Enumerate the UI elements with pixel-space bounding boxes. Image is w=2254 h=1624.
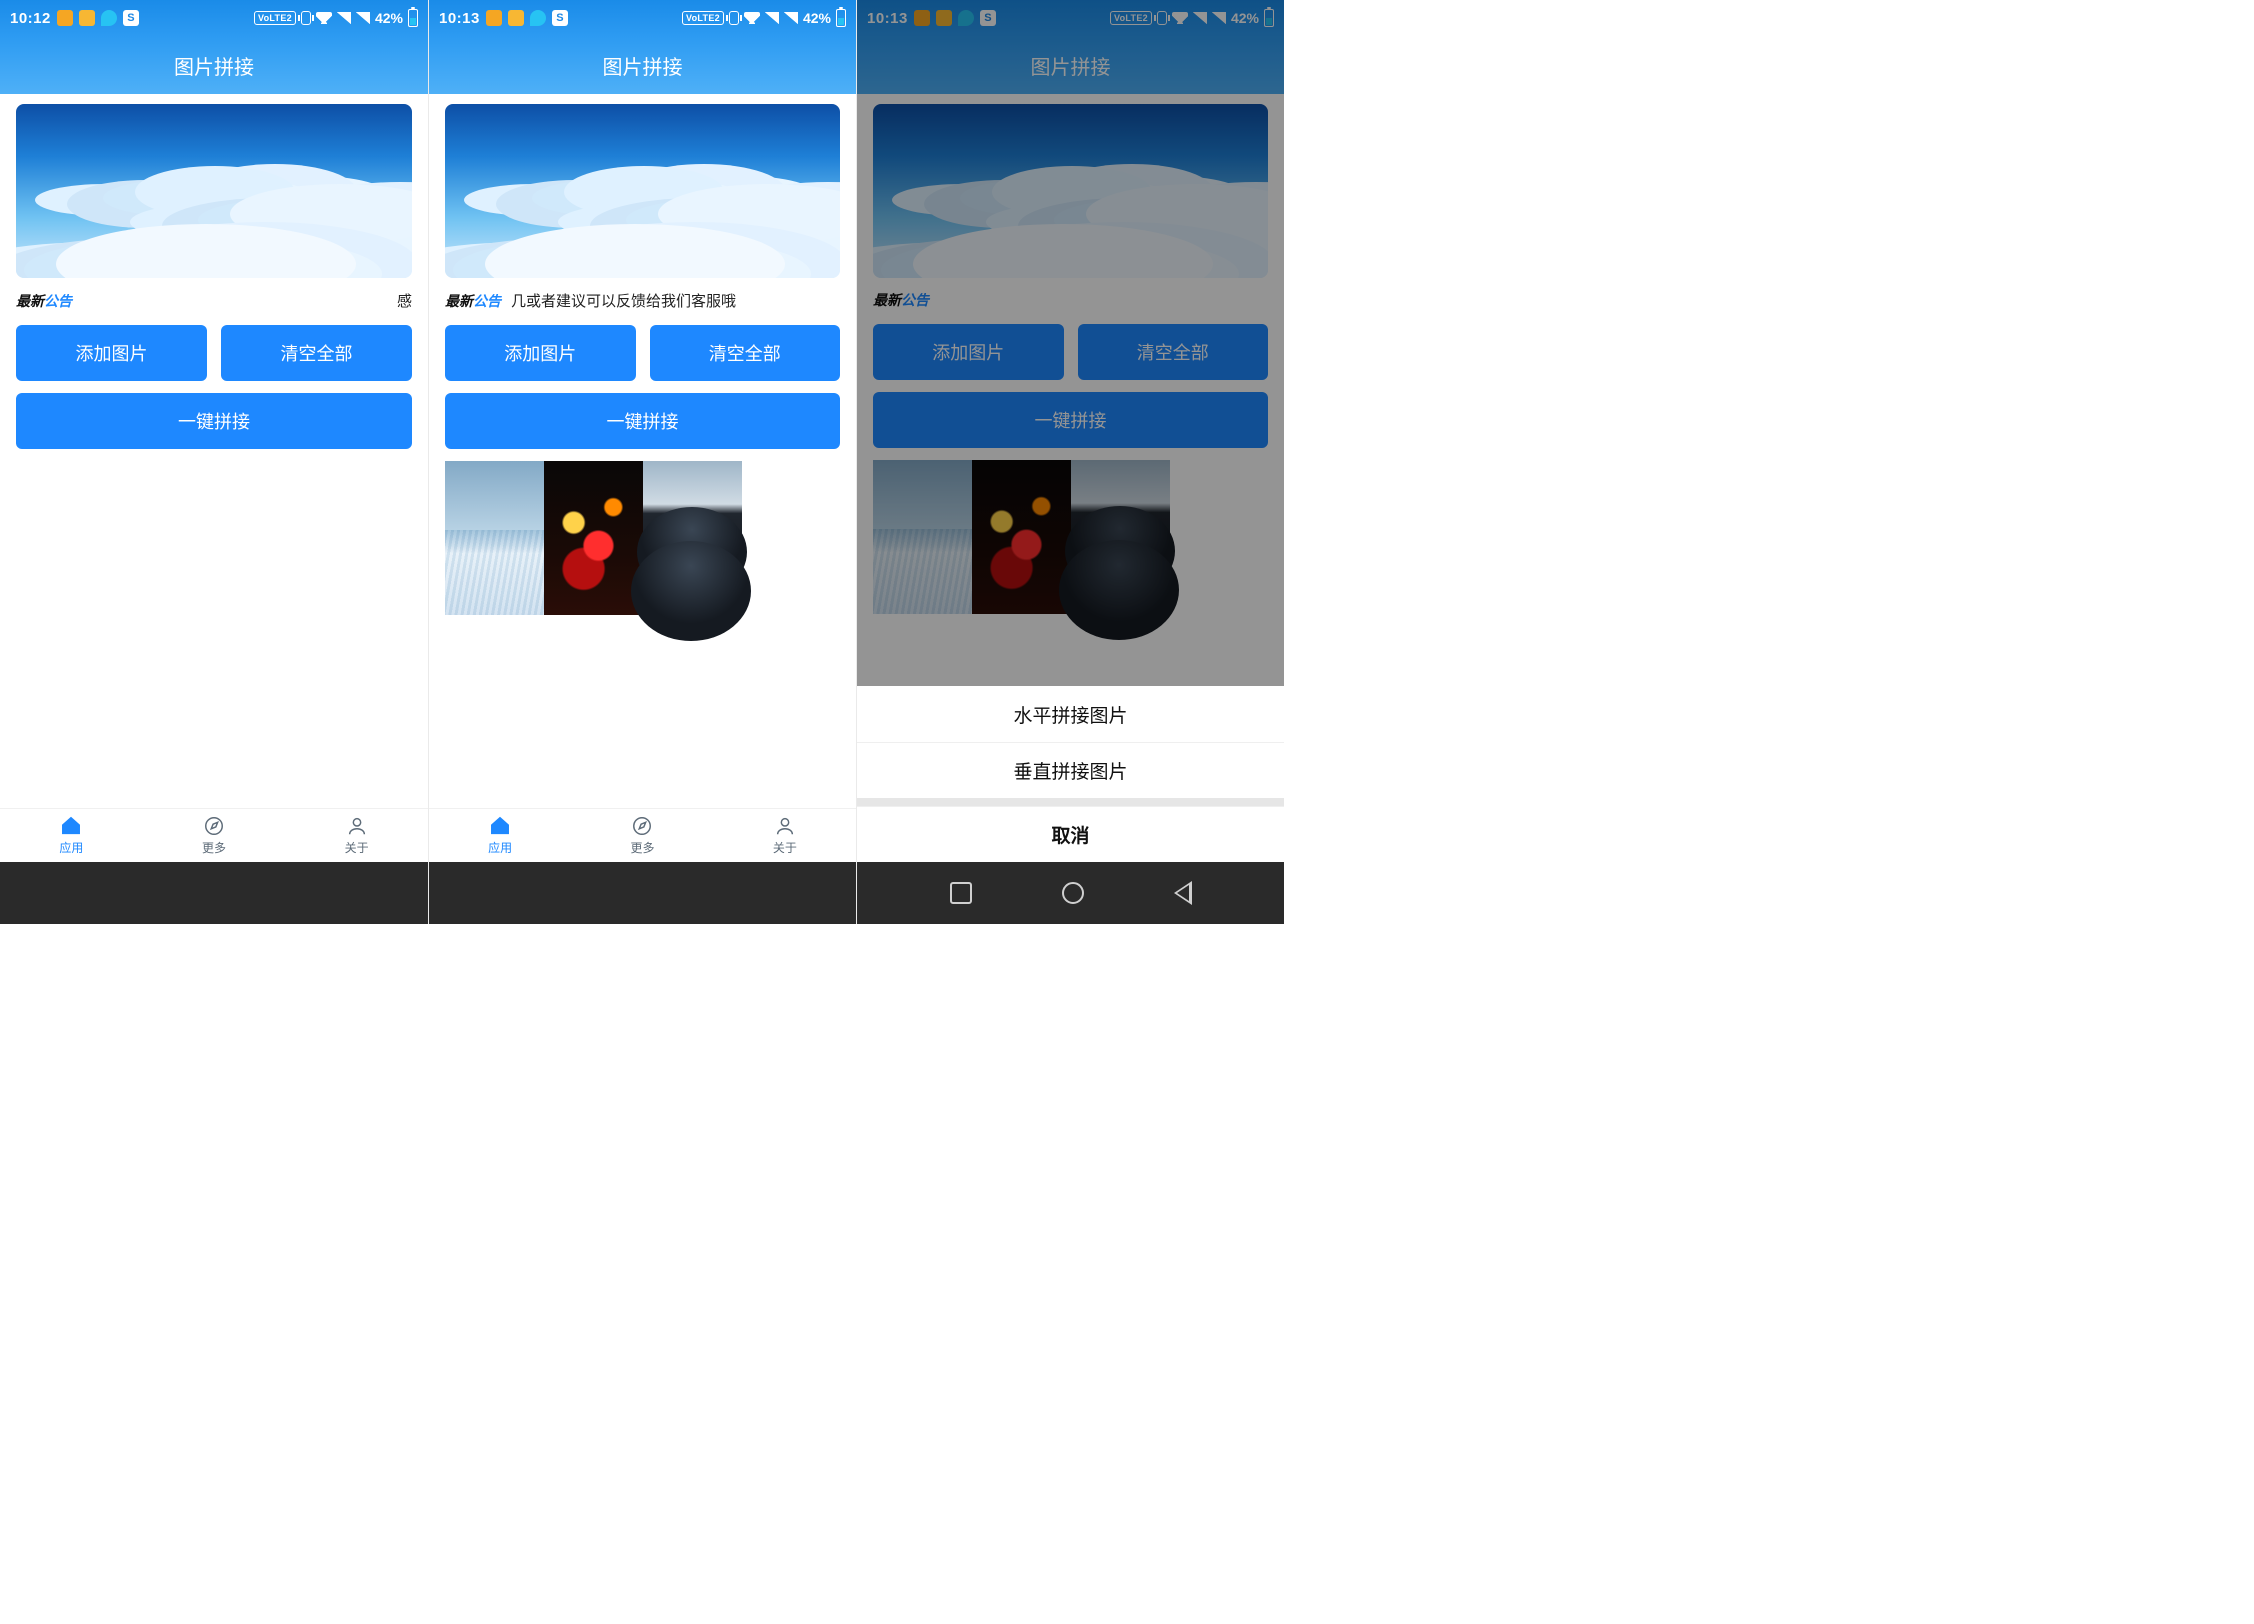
nav-home-icon[interactable] (1062, 882, 1084, 904)
app-title: 图片拼接 (174, 51, 254, 80)
screen-2: 10:13 S VoLTE2 42% 图片拼接 (428, 0, 856, 924)
tab-app-label: 应用 (59, 839, 83, 856)
status-bar: 10:13 S VoLTE2 42% (429, 0, 856, 36)
signal-icon-2 (784, 12, 798, 24)
screen-1: 10:12 S VoLTE2 42% 图片拼接 (0, 0, 428, 924)
nav-back-icon[interactable] (1174, 881, 1192, 905)
signal-icon-1 (337, 12, 351, 24)
announcement-tag: 最新公告 (445, 291, 501, 311)
clear-all-button[interactable]: 清空全部 (650, 325, 841, 381)
banner-area (0, 94, 428, 278)
status-time: 10:13 (439, 10, 480, 27)
tab-more-label: 更多 (630, 839, 654, 856)
app-icon-yellow (508, 10, 524, 26)
tab-app[interactable]: 应用 (429, 809, 571, 862)
banner-area (429, 94, 856, 278)
android-nav-bar (857, 862, 1284, 924)
status-time: 10:12 (10, 10, 51, 27)
app-title: 图片拼接 (603, 51, 683, 80)
stitch-button[interactable]: 一键拼接 (445, 393, 840, 449)
stitch-button[interactable]: 一键拼接 (16, 393, 412, 449)
tab-app[interactable]: 应用 (0, 809, 143, 862)
wifi-icon (316, 12, 332, 24)
volte-badge: VoLTE2 (682, 11, 724, 25)
weibo-icon (486, 10, 502, 26)
droplet-icon (530, 10, 546, 26)
person-icon (346, 815, 368, 837)
banner-image[interactable] (445, 104, 840, 278)
sheet-separator (857, 798, 1284, 806)
option-horizontal-stitch[interactable]: 水平拼接图片 (857, 686, 1284, 742)
tab-about[interactable]: 关于 (285, 809, 428, 862)
battery-percent: 42% (375, 10, 403, 26)
add-image-button[interactable]: 添加图片 (445, 325, 636, 381)
compass-icon (631, 815, 653, 837)
selected-thumbnails (445, 461, 856, 615)
signal-icon-2 (356, 12, 370, 24)
sogou-icon: S (123, 10, 139, 26)
status-bar: 10:12 S VoLTE2 42% (0, 0, 428, 36)
thumbnail-3[interactable] (643, 461, 742, 615)
tab-more[interactable]: 更多 (143, 809, 286, 862)
tab-more[interactable]: 更多 (571, 809, 713, 862)
option-cancel[interactable]: 取消 (857, 806, 1284, 862)
announcement-row: 最新公告 感 (0, 278, 428, 319)
thumbnail-2[interactable] (544, 461, 643, 615)
top-gradient: 10:12 S VoLTE2 42% 图片拼接 (0, 0, 428, 94)
person-icon (774, 815, 796, 837)
action-sheet: 水平拼接图片 垂直拼接图片 取消 (857, 686, 1284, 862)
app-title-bar: 图片拼接 (0, 36, 428, 94)
clear-all-button[interactable]: 清空全部 (221, 325, 412, 381)
android-nav-bar (429, 862, 856, 924)
signal-icon-1 (765, 12, 779, 24)
weibo-icon (57, 10, 73, 26)
wifi-icon (744, 12, 760, 24)
home-icon (489, 815, 511, 837)
sogou-icon: S (552, 10, 568, 26)
battery-percent: 42% (803, 10, 831, 26)
banner-image[interactable] (16, 104, 412, 278)
compass-icon (203, 815, 225, 837)
bottom-tabs: 应用 更多 关于 (0, 808, 428, 862)
screen-3: 10:13 S VoLTE2 42% 图片拼接 (856, 0, 1284, 924)
announcement-text: 感 (82, 290, 412, 311)
android-nav-bar (0, 862, 428, 924)
volte-badge: VoLTE2 (254, 11, 296, 25)
tab-app-label: 应用 (488, 839, 512, 856)
announcement-tag: 最新公告 (16, 291, 72, 311)
top-gradient: 10:13 S VoLTE2 42% 图片拼接 (429, 0, 856, 94)
tab-about-label: 关于 (345, 839, 369, 856)
nav-recent-icon[interactable] (950, 882, 972, 904)
app-title-bar: 图片拼接 (429, 36, 856, 94)
vibrate-icon (729, 11, 739, 25)
thumbnail-1[interactable] (445, 461, 544, 615)
app-icon-yellow (79, 10, 95, 26)
add-image-button[interactable]: 添加图片 (16, 325, 207, 381)
battery-icon (408, 9, 418, 27)
vibrate-icon (301, 11, 311, 25)
announcement-row: 最新公告 几或者建议可以反馈给我们客服哦 (429, 278, 856, 319)
bottom-tabs: 应用 更多 关于 (429, 808, 856, 862)
tab-about-label: 关于 (773, 839, 797, 856)
option-vertical-stitch[interactable]: 垂直拼接图片 (857, 742, 1284, 798)
battery-icon (836, 9, 846, 27)
tab-about[interactable]: 关于 (714, 809, 856, 862)
home-icon (60, 815, 82, 837)
tab-more-label: 更多 (202, 839, 226, 856)
droplet-icon (101, 10, 117, 26)
announcement-text: 几或者建议可以反馈给我们客服哦 (511, 290, 840, 311)
